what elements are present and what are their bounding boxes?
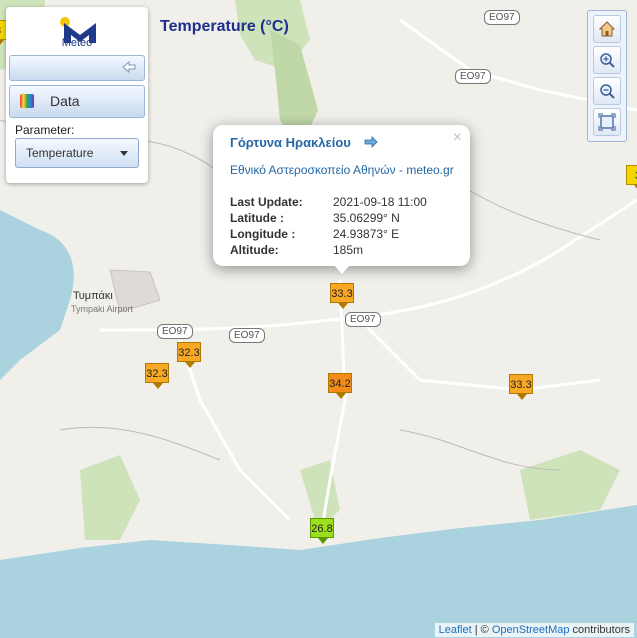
arrow-left-icon xyxy=(122,60,136,74)
data-button-label: Data xyxy=(50,93,80,109)
station-marker[interactable]: 34.2 xyxy=(328,373,352,399)
leaflet-link[interactable]: Leaflet xyxy=(439,624,472,636)
popup-row-latitude: Latitude :35.06299° N xyxy=(230,211,400,225)
station-marker[interactable]: 26.8 xyxy=(310,518,334,544)
station-marker-partial[interactable]: 3 xyxy=(626,165,637,191)
road-shield-eo97: EO97 xyxy=(455,69,491,84)
station-popup: × Γόρτυνα Ηρακλείου Εθνικό Αστεροσκοπείο… xyxy=(213,125,470,274)
place-label-airport: Tympaki Airport xyxy=(71,304,134,314)
popup-row-altitude: Altitude: 185m xyxy=(230,243,364,257)
popup-tip xyxy=(333,264,351,274)
popup-row-longitude: Longitude :24.93873° E xyxy=(230,227,400,241)
map-title: Temperature (°C) xyxy=(160,18,289,35)
chevron-down-icon xyxy=(120,151,128,156)
station-marker[interactable]: 32.3 xyxy=(145,363,169,389)
popup-station-name[interactable]: Γόρτυνα Ηρακλείου xyxy=(230,135,351,150)
control-panel: Meteo Data Parameter: Temperature xyxy=(6,7,148,183)
popup-close-button[interactable]: × xyxy=(453,129,462,147)
road-shield-eo97: EO97 xyxy=(229,328,265,343)
zoom-in-button[interactable] xyxy=(593,46,621,74)
station-marker[interactable]: 33.3 xyxy=(509,374,533,400)
zoom-in-icon xyxy=(600,53,615,68)
fit-extent-icon xyxy=(598,113,616,131)
road-shield-eo97: EO97 xyxy=(157,324,193,339)
parameter-select[interactable]: Temperature xyxy=(15,138,139,168)
popup-network-link[interactable]: Εθνικό Αστεροσκοπείο Αθηνών - meteo.gr xyxy=(230,163,454,177)
road-shield-eo97: EO97 xyxy=(345,312,381,327)
data-button[interactable]: Data xyxy=(9,85,145,118)
osm-link[interactable]: OpenStreetMap xyxy=(492,624,570,636)
logo-text: Meteo xyxy=(61,37,93,49)
station-marker[interactable]: 32.3 xyxy=(177,342,201,368)
parameter-select-value: Temperature xyxy=(26,146,94,160)
map-zoom-controls xyxy=(587,10,627,142)
station-marker[interactable]: 33.3 xyxy=(330,283,354,309)
arrow-right-icon[interactable] xyxy=(364,136,378,148)
parameter-label: Parameter: xyxy=(15,123,75,137)
zoom-out-icon xyxy=(600,84,615,99)
color-scale-icon xyxy=(20,94,34,108)
collapse-panel-button[interactable] xyxy=(9,55,145,81)
road-shield-eo97: EO97 xyxy=(484,10,520,25)
home-button[interactable] xyxy=(593,15,621,43)
fit-extent-button[interactable] xyxy=(593,108,621,136)
zoom-out-button[interactable] xyxy=(593,77,621,105)
popup-row-last-update: Last Update: 2021-09-18 11:00 xyxy=(230,195,427,209)
place-label-tympaki: Τυμπάκι xyxy=(73,290,113,302)
home-icon xyxy=(598,21,616,37)
map-attribution: Leaflet | © OpenStreetMap contributors xyxy=(434,623,634,637)
